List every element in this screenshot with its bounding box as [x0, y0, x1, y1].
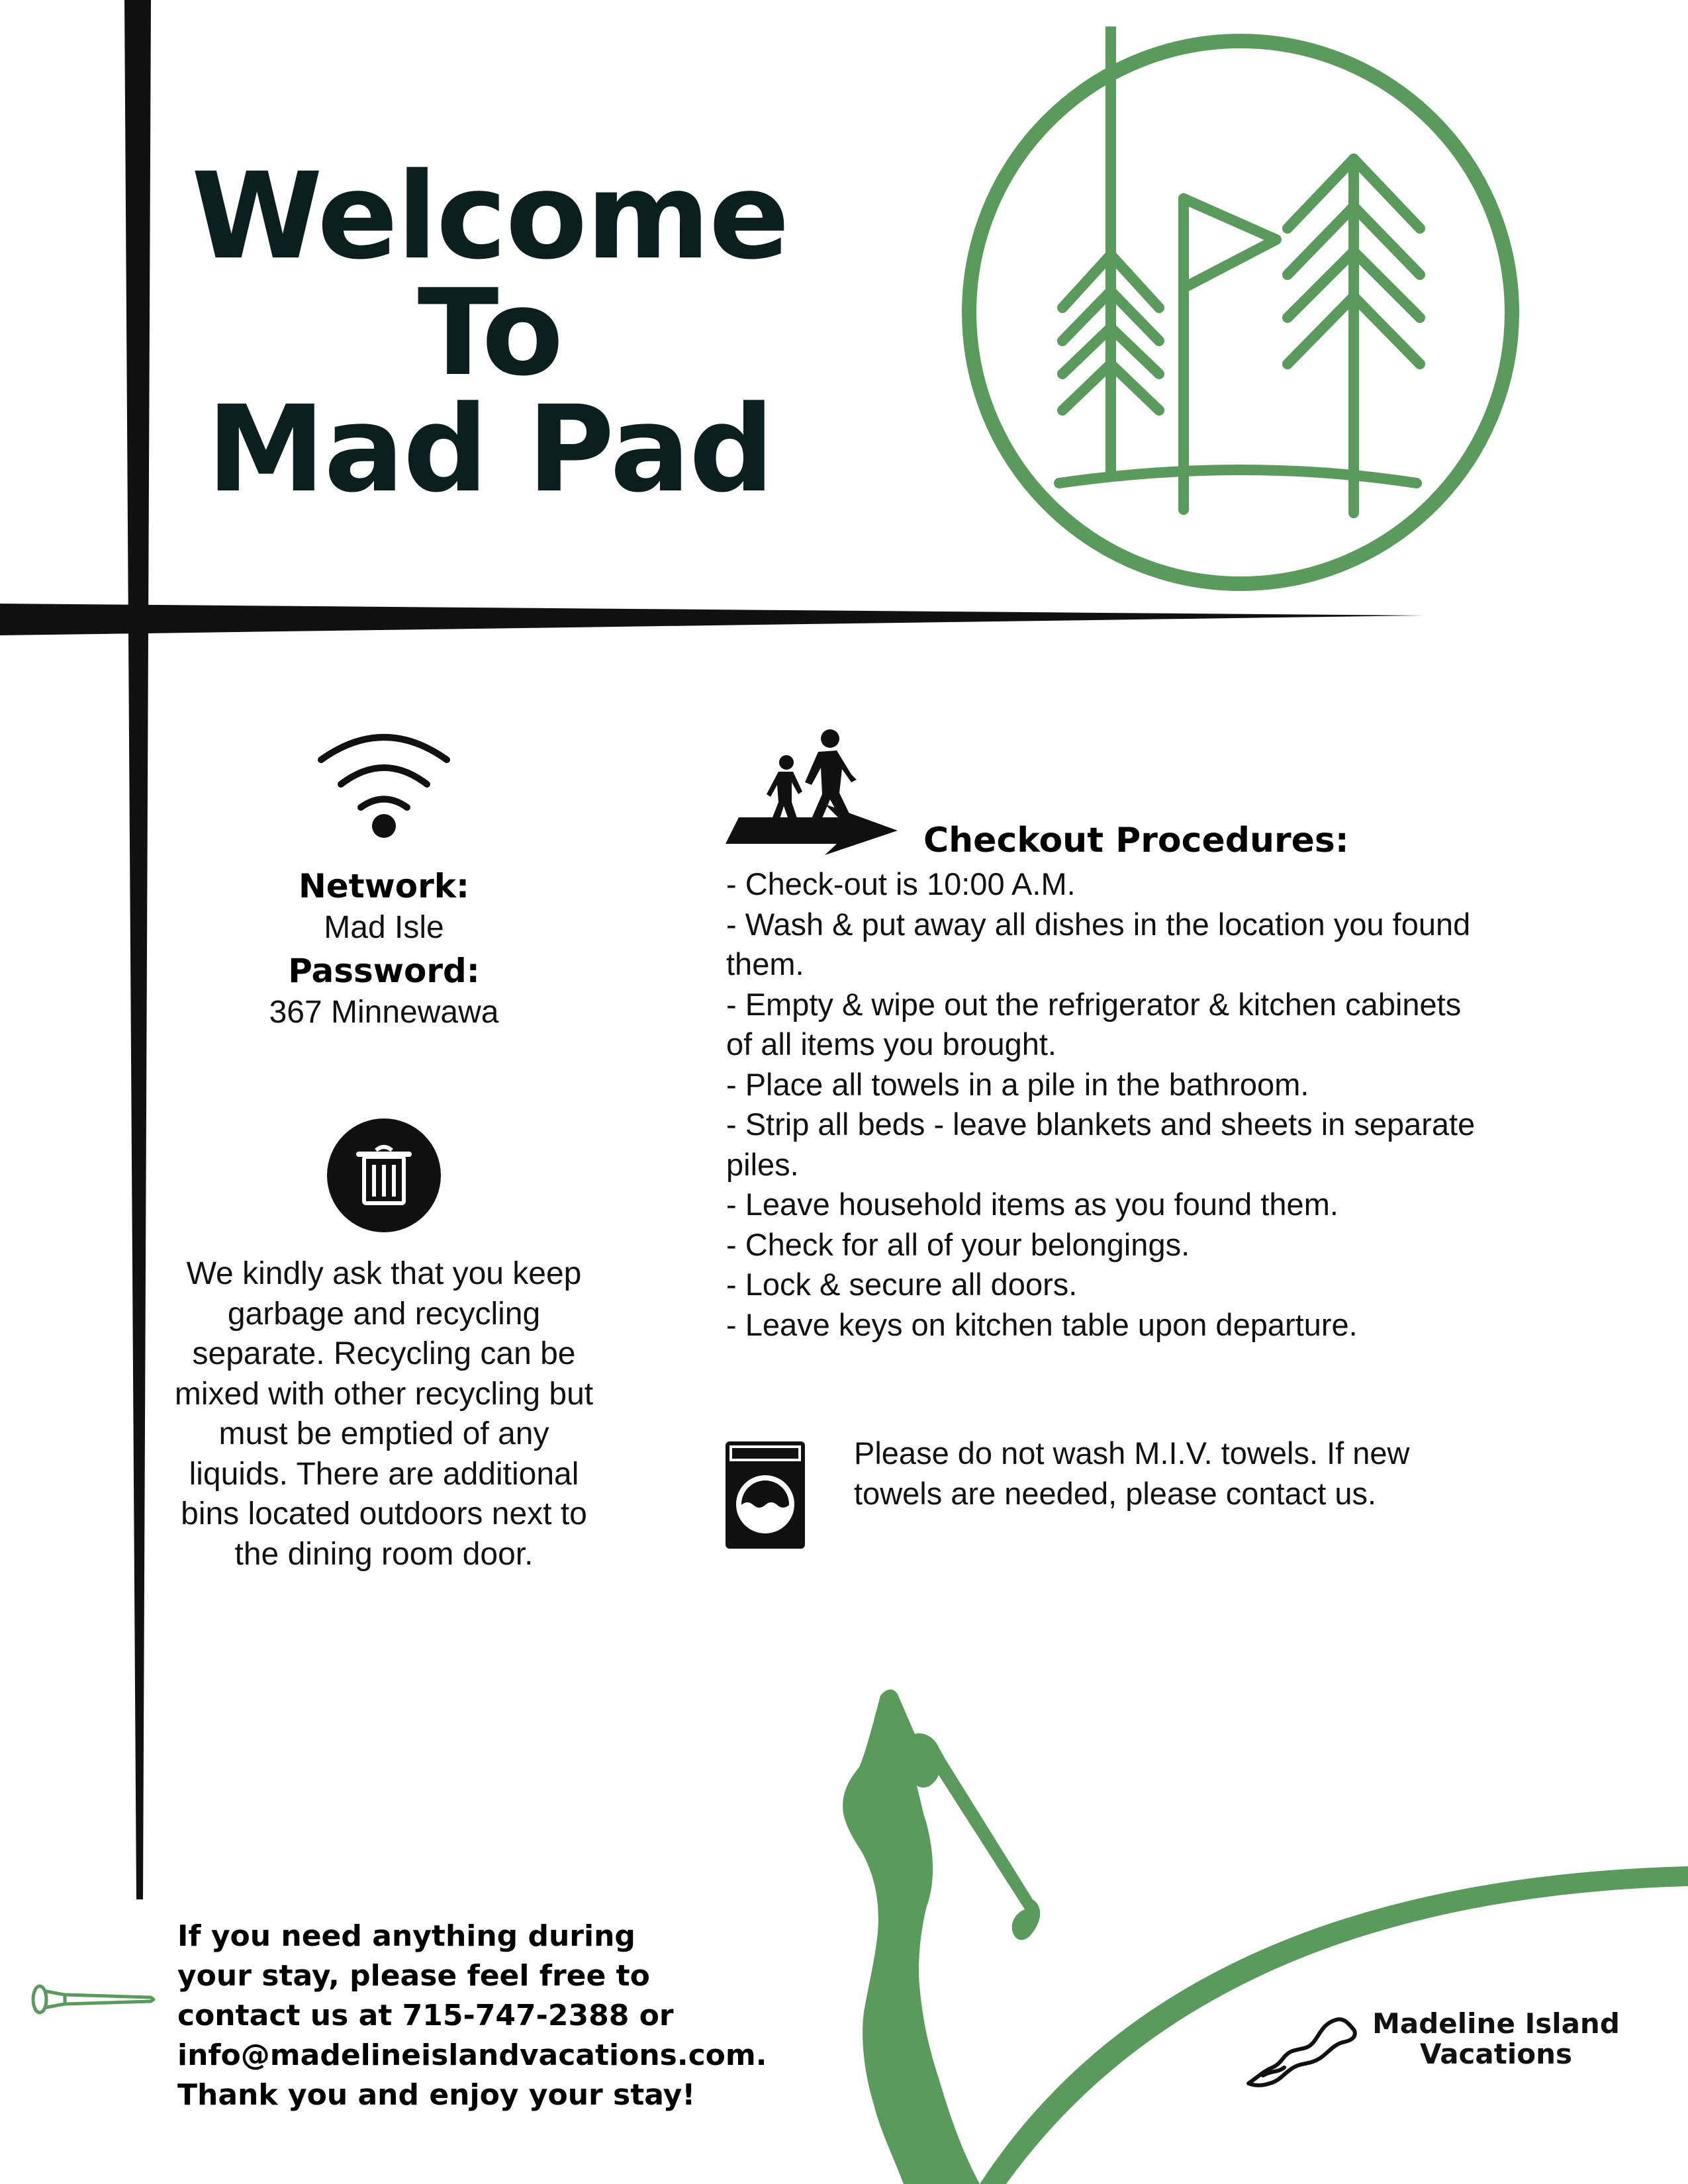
title-line-1: Welcome: [191, 148, 790, 286]
checkout-item: - Check for all of your belongings.: [726, 1226, 1190, 1262]
title-line-3: Mad Pad: [207, 381, 774, 519]
checkout-heading: Checkout Procedures:: [923, 821, 1349, 860]
checkout-item: - Wash & put away all dishes in the loca…: [726, 906, 1471, 982]
brand-line-1: Madeline Island: [1372, 2007, 1620, 2040]
wifi-icon: [318, 734, 450, 838]
password-value: 367 Minnewawa: [269, 995, 499, 1030]
checkout-item: - Lock & secure all doors.: [726, 1267, 1078, 1302]
trash-icon: [327, 1118, 441, 1232]
towel-notice: Please do not wash M.I.V. towels. If new…: [854, 1435, 1410, 1511]
contact-line: Thank you and enjoy your stay!: [177, 2078, 696, 2112]
contact-line: If you need anything during: [177, 1919, 635, 1953]
page-title: Welcome To Mad Pad: [172, 148, 808, 519]
checkout-item: - Strip all beds - leave blankets and sh…: [726, 1107, 1476, 1182]
checkout-item: - Check-out is 10:00 A.M.: [726, 866, 1076, 901]
contact-line: your stay, please feel free to: [177, 1959, 650, 1993]
network-value: Mad Isle: [324, 910, 444, 945]
checkout-list: - Check-out is 10:00 A.M. - Wash & put a…: [726, 864, 1481, 1345]
brand-line-2: Vacations: [1419, 2038, 1572, 2070]
walking-people-icon: [726, 729, 898, 855]
contact-email-line: info@madelineislandvacations.com.: [177, 2038, 767, 2072]
password-label: Password:: [288, 952, 480, 990]
washing-machine-icon: [726, 1441, 805, 1549]
island-logo: [1246, 2017, 1357, 2087]
checkout-item: - Leave keys on kitchen table upon depar…: [726, 1306, 1358, 1342]
golf-tee-icon: [31, 1984, 156, 2015]
vertical-rule: [124, 0, 151, 1899]
garbage-instructions: We kindly ask that you keep garbage and …: [174, 1256, 594, 1572]
title-line-2: To: [417, 264, 564, 402]
contact-line: contact us at 715-747-2388 or: [177, 1999, 674, 2032]
checkout-item: - Empty & wipe out the refrigerator & ki…: [726, 986, 1462, 1062]
contact-info: If you need anything during your stay, p…: [177, 1917, 839, 2115]
golfer-silhouette: [843, 1689, 1688, 2184]
network-label: Network:: [298, 867, 470, 905]
golf-trees-logo: [962, 26, 1519, 591]
checkout-item: - Place all towels in a pile in the bath…: [726, 1066, 1309, 1102]
checkout-item: - Leave household items as you found the…: [726, 1187, 1338, 1222]
brand-name: Madeline Island Vacations: [1364, 2009, 1628, 2070]
